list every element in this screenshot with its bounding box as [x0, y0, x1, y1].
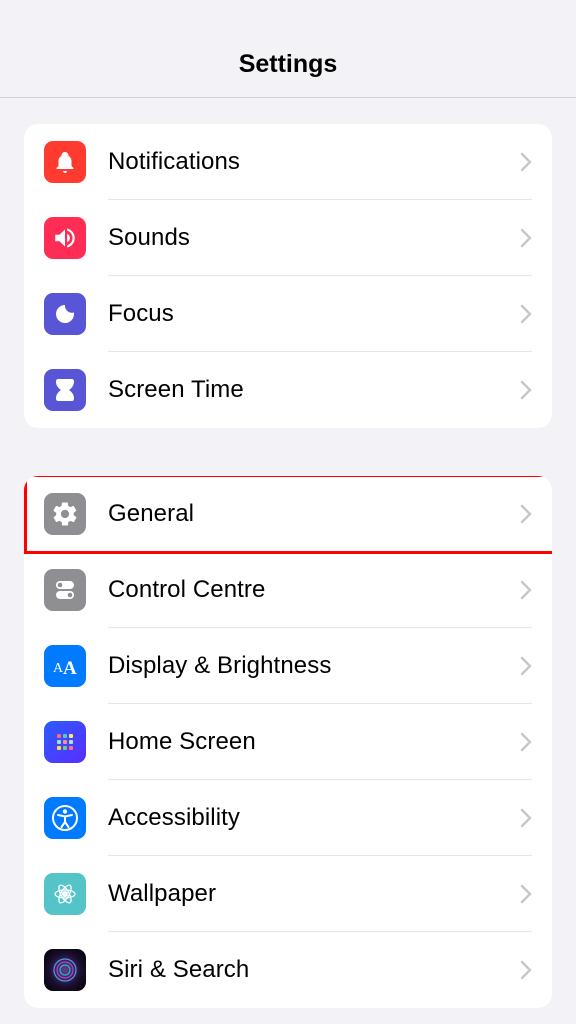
settings-row-screen-time[interactable]: Screen Time [24, 352, 552, 428]
screen-time-icon [44, 369, 86, 411]
settings-row-wallpaper[interactable]: Wallpaper [24, 856, 552, 932]
settings-row-display-brightness[interactable]: AA Display & Brightness [24, 628, 552, 704]
settings-row-focus[interactable]: Focus [24, 276, 552, 352]
row-label: Sounds [108, 224, 520, 252]
row-label: Wallpaper [108, 880, 520, 908]
chevron-right-icon [520, 152, 532, 172]
svg-text:A: A [63, 658, 77, 676]
row-label: Control Centre [108, 576, 520, 604]
display-brightness-icon: AA [44, 645, 86, 687]
home-screen-icon [44, 721, 86, 763]
chevron-right-icon [520, 504, 532, 524]
chevron-right-icon [520, 884, 532, 904]
chevron-right-icon [520, 580, 532, 600]
row-label: Screen Time [108, 376, 520, 404]
settings-row-siri-search[interactable]: Siri & Search [24, 932, 552, 1008]
row-label: Home Screen [108, 728, 520, 756]
chevron-right-icon [520, 656, 532, 676]
settings-row-accessibility[interactable]: Accessibility [24, 780, 552, 856]
siri-icon [44, 949, 86, 991]
general-icon [44, 493, 86, 535]
settings-row-notifications[interactable]: Notifications [24, 124, 552, 200]
row-label: General [108, 500, 520, 528]
settings-row-home-screen[interactable]: Home Screen [24, 704, 552, 780]
settings-content: Notifications Sounds Focus [0, 124, 576, 1008]
accessibility-icon [44, 797, 86, 839]
chevron-right-icon [520, 380, 532, 400]
header: Settings [0, 0, 576, 98]
row-label: Siri & Search [108, 956, 520, 984]
settings-row-general[interactable]: General [24, 476, 552, 552]
row-label: Accessibility [108, 804, 520, 832]
settings-row-control-centre[interactable]: Control Centre [24, 552, 552, 628]
settings-row-sounds[interactable]: Sounds [24, 200, 552, 276]
chevron-right-icon [520, 960, 532, 980]
chevron-right-icon [520, 304, 532, 324]
chevron-right-icon [520, 732, 532, 752]
notifications-icon [44, 141, 86, 183]
row-label: Notifications [108, 148, 520, 176]
control-centre-icon [44, 569, 86, 611]
page-title: Settings [239, 50, 338, 79]
wallpaper-icon [44, 873, 86, 915]
chevron-right-icon [520, 228, 532, 248]
row-label: Focus [108, 300, 520, 328]
settings-group-1: Notifications Sounds Focus [24, 124, 552, 428]
sounds-icon [44, 217, 86, 259]
settings-group-2: General Control Centre AA Display & Brig… [24, 476, 552, 1008]
chevron-right-icon [520, 808, 532, 828]
focus-icon [44, 293, 86, 335]
row-label: Display & Brightness [108, 652, 520, 680]
